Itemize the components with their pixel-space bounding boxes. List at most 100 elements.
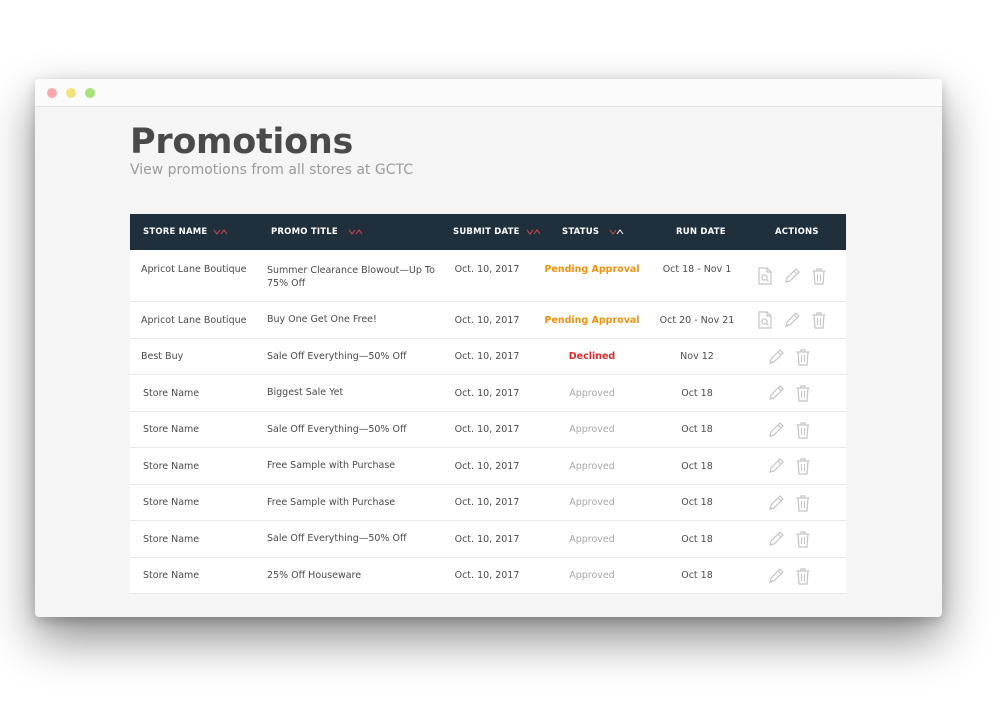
cell-store-name: Store Name bbox=[143, 460, 200, 472]
status-badge: Approved bbox=[569, 497, 615, 508]
delete-button[interactable] bbox=[811, 311, 827, 329]
row-actions bbox=[767, 421, 811, 439]
cell-run-date: Oct 18 bbox=[681, 570, 713, 581]
delete-button[interactable] bbox=[795, 421, 811, 439]
edit-icon bbox=[767, 457, 785, 475]
edit-button[interactable] bbox=[767, 457, 785, 475]
cell-promo-title: Biggest Sale Yet bbox=[267, 387, 344, 399]
table-row[interactable]: Store Name Free Sample with Purchase Oct. … bbox=[130, 485, 846, 521]
maximize-window-button[interactable] bbox=[85, 88, 95, 98]
cell-store-name: Apricot Lane Boutique bbox=[141, 314, 247, 326]
delete-button[interactable] bbox=[795, 384, 811, 402]
edit-icon bbox=[767, 421, 785, 439]
cell-store-name: Best Buy bbox=[141, 351, 184, 362]
cell-promo-title: 25% Off Houseware bbox=[267, 569, 362, 581]
header-run-date[interactable]: RUN DATE bbox=[676, 214, 726, 250]
delete-button[interactable] bbox=[795, 567, 811, 585]
edit-button[interactable] bbox=[767, 348, 785, 366]
delete-icon bbox=[795, 384, 811, 402]
cell-actions bbox=[767, 485, 857, 520]
row-actions bbox=[757, 266, 827, 285]
table-row[interactable]: Store Name Biggest Sale Yet Oct. 10, 2017 A… bbox=[130, 375, 846, 412]
cell-actions bbox=[767, 339, 857, 374]
header-store-name[interactable]: STORE NAME bbox=[143, 214, 228, 250]
cell-run-date: Oct 18 bbox=[681, 533, 713, 545]
edit-icon bbox=[767, 384, 785, 402]
sort-icon[interactable] bbox=[348, 228, 363, 236]
window-titlebar bbox=[35, 79, 942, 107]
cell-submit-date: Oct. 10, 2017 bbox=[454, 460, 520, 472]
table-body: Apricot Lane Boutique Summer Clearance Bl… bbox=[130, 250, 846, 594]
status-badge: Approved bbox=[569, 570, 615, 581]
edit-button[interactable] bbox=[767, 530, 785, 548]
status-badge: Pending Approval bbox=[544, 264, 640, 275]
close-window-button[interactable] bbox=[47, 88, 57, 98]
edit-icon bbox=[767, 567, 785, 585]
cell-actions bbox=[757, 250, 847, 301]
table-row[interactable]: Store Name 25% Off Houseware Oct. 10, 2017… bbox=[130, 558, 846, 594]
cell-submit-date: Oct. 10, 2017 bbox=[454, 314, 520, 326]
header-promo-title-label: PROMO TITLE bbox=[271, 227, 338, 237]
cell-store-name: Store Name bbox=[143, 497, 200, 508]
header-status[interactable]: STATUS bbox=[562, 214, 624, 250]
table-row[interactable]: Best Buy Sale Off Everything—50% Off Oct. … bbox=[130, 339, 846, 375]
edit-icon bbox=[767, 494, 785, 512]
view-button[interactable] bbox=[757, 311, 773, 329]
cell-submit-date: Oct. 10, 2017 bbox=[454, 570, 520, 581]
sort-icon[interactable] bbox=[526, 228, 541, 236]
edit-icon bbox=[783, 267, 801, 285]
cell-submit-date: Oct. 10, 2017 bbox=[454, 497, 520, 508]
table-row[interactable]: Apricot Lane Boutique Summer Clearance Bl… bbox=[130, 250, 846, 302]
delete-button[interactable] bbox=[795, 530, 811, 548]
status-badge: Pending Approval bbox=[544, 314, 640, 326]
cell-run-date: Oct 18 bbox=[681, 387, 713, 399]
cell-actions bbox=[767, 521, 857, 557]
cell-promo-title: Buy One Get One Free! bbox=[267, 314, 377, 326]
row-actions bbox=[757, 311, 827, 329]
cell-store-name: Store Name bbox=[143, 570, 200, 581]
sort-icon[interactable] bbox=[213, 228, 228, 236]
table-row[interactable]: Store Name Sale Off Everything—50% Off Oct… bbox=[130, 521, 846, 558]
edit-button[interactable] bbox=[783, 311, 801, 329]
cell-actions bbox=[757, 302, 847, 338]
view-button[interactable] bbox=[757, 266, 773, 285]
delete-icon bbox=[795, 421, 811, 439]
status-badge: Approved bbox=[569, 460, 615, 472]
edit-button[interactable] bbox=[767, 421, 785, 439]
table-row[interactable]: Store Name Sale Off Everything—50% Off Oct… bbox=[130, 412, 846, 448]
edit-button[interactable] bbox=[767, 494, 785, 512]
delete-icon bbox=[795, 457, 811, 475]
header-run-date-label: RUN DATE bbox=[676, 227, 726, 237]
cell-run-date: Oct 18 bbox=[681, 497, 713, 508]
cell-submit-date: Oct. 10, 2017 bbox=[454, 264, 520, 275]
cell-store-name: Store Name bbox=[143, 387, 200, 399]
browser-window: Promotions View promotions from all stor… bbox=[35, 79, 942, 617]
edit-button[interactable] bbox=[767, 567, 785, 585]
delete-button[interactable] bbox=[811, 267, 827, 285]
header-promo-title[interactable]: PROMO TITLE bbox=[271, 214, 363, 250]
table-row[interactable]: Apricot Lane Boutique Buy One Get One Fre… bbox=[130, 302, 846, 339]
delete-button[interactable] bbox=[795, 494, 811, 512]
sort-icon[interactable] bbox=[609, 228, 624, 236]
delete-icon bbox=[811, 267, 827, 285]
cell-promo-title: Free Sample with Purchase bbox=[267, 496, 396, 508]
edit-button[interactable] bbox=[783, 267, 801, 285]
header-submit-date[interactable]: SUBMIT DATE bbox=[453, 214, 541, 250]
cell-submit-date: Oct. 10, 2017 bbox=[454, 387, 520, 399]
cell-promo-title: Free Sample with Purchase bbox=[267, 460, 396, 472]
delete-button[interactable] bbox=[795, 457, 811, 475]
row-actions bbox=[767, 348, 811, 366]
header-submit-date-label: SUBMIT DATE bbox=[453, 227, 520, 237]
edit-icon bbox=[767, 348, 785, 366]
table-row[interactable]: Store Name Free Sample with Purchase Oct. … bbox=[130, 448, 846, 485]
minimize-window-button[interactable] bbox=[66, 88, 76, 98]
delete-icon bbox=[811, 311, 827, 329]
view-icon bbox=[757, 266, 773, 285]
cell-run-date: Oct 18 bbox=[681, 460, 713, 472]
delete-icon bbox=[795, 348, 811, 366]
cell-run-date: Oct 20 - Nov 21 bbox=[659, 314, 735, 326]
delete-button[interactable] bbox=[795, 348, 811, 366]
cell-store-name: Store Name bbox=[143, 424, 200, 435]
edit-button[interactable] bbox=[767, 384, 785, 402]
view-icon bbox=[757, 311, 773, 329]
